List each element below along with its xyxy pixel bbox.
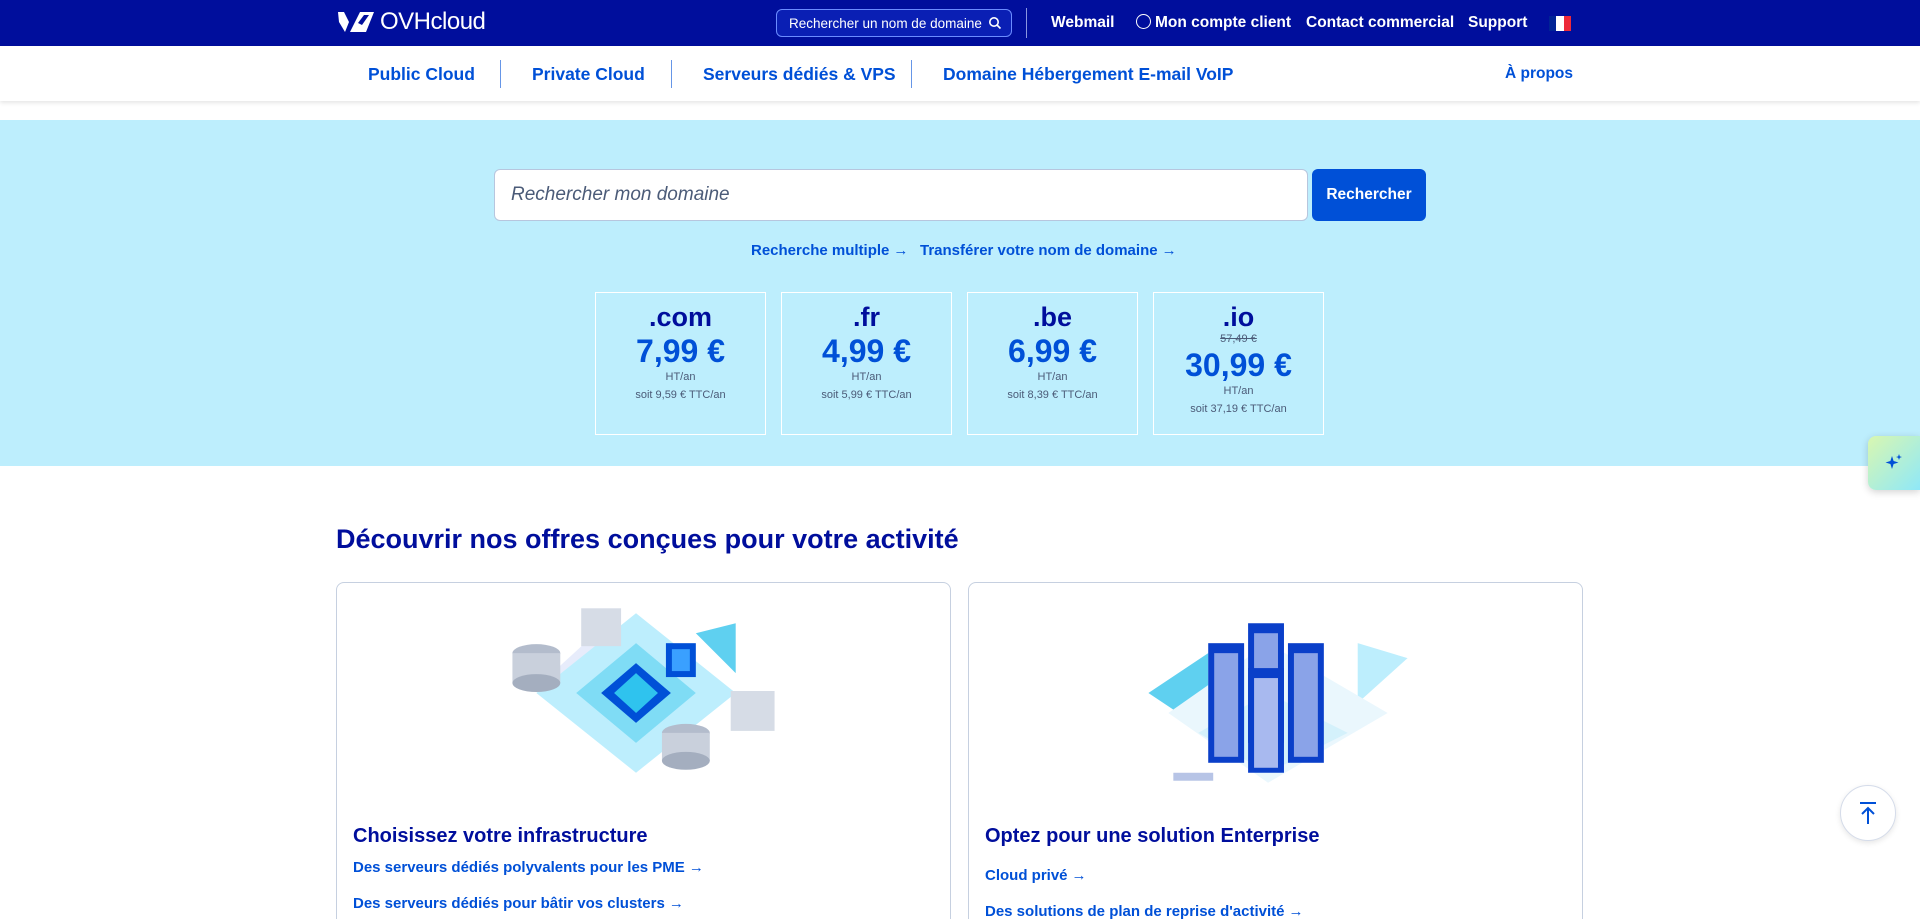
domain-search-button[interactable]: Rechercher bbox=[1312, 169, 1426, 221]
tld-ttc: soit 9,59 € TTC/an bbox=[635, 389, 726, 401]
tld-card-com[interactable]: .com 7,99 € HT/an soit 9,59 € TTC/an bbox=[595, 292, 766, 435]
multi-search-link[interactable]: Recherche multiple → bbox=[751, 242, 908, 259]
main-nav: Public Cloud Private Cloud Serveurs dédi… bbox=[0, 46, 1920, 101]
card-link-label: Des solutions de plan de reprise d'activ… bbox=[985, 903, 1285, 919]
arrow-right-icon: → bbox=[688, 859, 704, 876]
tld-ttc: soit 8,39 € TTC/an bbox=[1007, 389, 1098, 401]
ovhcloud-logo-icon bbox=[338, 12, 374, 32]
nav-divider bbox=[671, 60, 672, 88]
brand-name: OVHcloud bbox=[380, 8, 486, 35]
tld-card-io[interactable]: .io 57,49 € 30,99 € HT/an soit 37,19 € T… bbox=[1153, 292, 1324, 435]
tld-name: .be bbox=[1032, 302, 1072, 332]
card-link-label: Des serveurs dédiés pour bâtir vos clust… bbox=[353, 895, 665, 912]
top-domain-search[interactable]: Rechercher un nom de domaine bbox=[776, 9, 1012, 37]
tld-unit: HT/an bbox=[1223, 385, 1254, 397]
tld-name: .fr bbox=[853, 302, 880, 332]
french-flag-icon[interactable] bbox=[1549, 16, 1571, 31]
tld-card-be[interactable]: .be 6,99 € HT/an soit 8,39 € TTC/an bbox=[967, 292, 1138, 435]
domain-search-hero: Rechercher mon domaine Rechercher Recher… bbox=[0, 120, 1920, 466]
arrow-up-icon bbox=[1860, 802, 1876, 824]
ai-assistant-button[interactable] bbox=[1868, 436, 1920, 490]
nav-divider bbox=[911, 60, 912, 88]
contact-link[interactable]: Contact commercial bbox=[1306, 14, 1454, 32]
ovhcloud-logo[interactable]: OVHcloud bbox=[336, 8, 486, 36]
domain-search-input[interactable]: Rechercher mon domaine bbox=[494, 169, 1308, 221]
scroll-to-top-button[interactable] bbox=[1840, 785, 1896, 841]
tld-price: 30,99 € bbox=[1185, 347, 1292, 383]
nav-about[interactable]: À propos bbox=[1505, 65, 1573, 83]
top-divider bbox=[1026, 8, 1027, 38]
tld-price: 7,99 € bbox=[636, 333, 725, 369]
offers-section-title: Découvrir nos offres conçues pour votre … bbox=[336, 524, 959, 554]
card-title: Choisissez votre infrastructure bbox=[353, 825, 648, 847]
arrow-right-icon: → bbox=[1161, 242, 1177, 259]
arrow-right-icon: → bbox=[668, 895, 684, 912]
tld-old-price: 57,49 € bbox=[1220, 333, 1257, 345]
card-link-disaster-recovery[interactable]: Des solutions de plan de reprise d'activ… bbox=[985, 903, 1304, 919]
nav-divider bbox=[500, 60, 501, 88]
webmail-link[interactable]: Webmail bbox=[1051, 14, 1114, 32]
account-link-label: Mon compte client bbox=[1155, 14, 1292, 31]
arrow-right-icon: → bbox=[1288, 903, 1304, 919]
nav-dedicated-servers[interactable]: Serveurs dédiés & VPS bbox=[703, 64, 896, 85]
card-link-label: Cloud privé bbox=[985, 867, 1068, 884]
user-icon bbox=[1136, 14, 1151, 29]
card-link-private-cloud[interactable]: Cloud privé → bbox=[985, 867, 1087, 884]
offer-card-infrastructure: Choisissez votre infrastructure Des serv… bbox=[336, 582, 951, 919]
arrow-right-icon: → bbox=[893, 242, 909, 259]
support-link[interactable]: Support bbox=[1468, 14, 1527, 32]
tld-price: 4,99 € bbox=[822, 333, 911, 369]
nav-private-cloud[interactable]: Private Cloud bbox=[532, 64, 645, 85]
card-link-label: Des serveurs dédiés polyvalents pour les… bbox=[353, 859, 685, 876]
tld-name: .com bbox=[648, 302, 713, 332]
nav-domain-hosting[interactable]: Domaine Hébergement E-mail VoIP bbox=[943, 64, 1233, 85]
infrastructure-illustration bbox=[512, 608, 775, 773]
card-title: Optez pour une solution Enterprise bbox=[985, 825, 1320, 847]
sparkle-icon bbox=[1885, 454, 1902, 469]
tld-unit: HT/an bbox=[665, 371, 696, 383]
top-search-label: Rechercher un nom de domaine bbox=[789, 15, 982, 31]
card-link-cluster-servers[interactable]: Des serveurs dédiés pour bâtir vos clust… bbox=[353, 895, 684, 912]
top-bar: OVHcloud Rechercher un nom de domaine We… bbox=[0, 0, 1920, 46]
tld-price: 6,99 € bbox=[1008, 333, 1097, 369]
tld-name: .io bbox=[1222, 302, 1255, 332]
offer-card-enterprise: Optez pour une solution Enterprise Cloud… bbox=[968, 582, 1583, 919]
transfer-domain-link[interactable]: Transférer votre nom de domaine → bbox=[920, 242, 1177, 259]
transfer-domain-label: Transférer votre nom de domaine bbox=[920, 242, 1158, 259]
tld-unit: HT/an bbox=[1037, 371, 1068, 383]
card-link-sme-servers[interactable]: Des serveurs dédiés polyvalents pour les… bbox=[353, 859, 704, 876]
search-icon bbox=[989, 17, 1002, 30]
multi-search-label: Recherche multiple bbox=[751, 242, 890, 259]
domain-search-placeholder: Rechercher mon domaine bbox=[511, 184, 730, 205]
account-link[interactable]: Mon compte client bbox=[1136, 14, 1291, 32]
tld-ttc: soit 5,99 € TTC/an bbox=[821, 389, 912, 401]
enterprise-illustration bbox=[1148, 623, 1408, 783]
tld-card-fr[interactable]: .fr 4,99 € HT/an soit 5,99 € TTC/an bbox=[781, 292, 952, 435]
tld-ttc: soit 37,19 € TTC/an bbox=[1190, 403, 1287, 415]
nav-public-cloud[interactable]: Public Cloud bbox=[368, 64, 475, 85]
tld-unit: HT/an bbox=[851, 371, 882, 383]
arrow-right-icon: → bbox=[1071, 867, 1087, 884]
